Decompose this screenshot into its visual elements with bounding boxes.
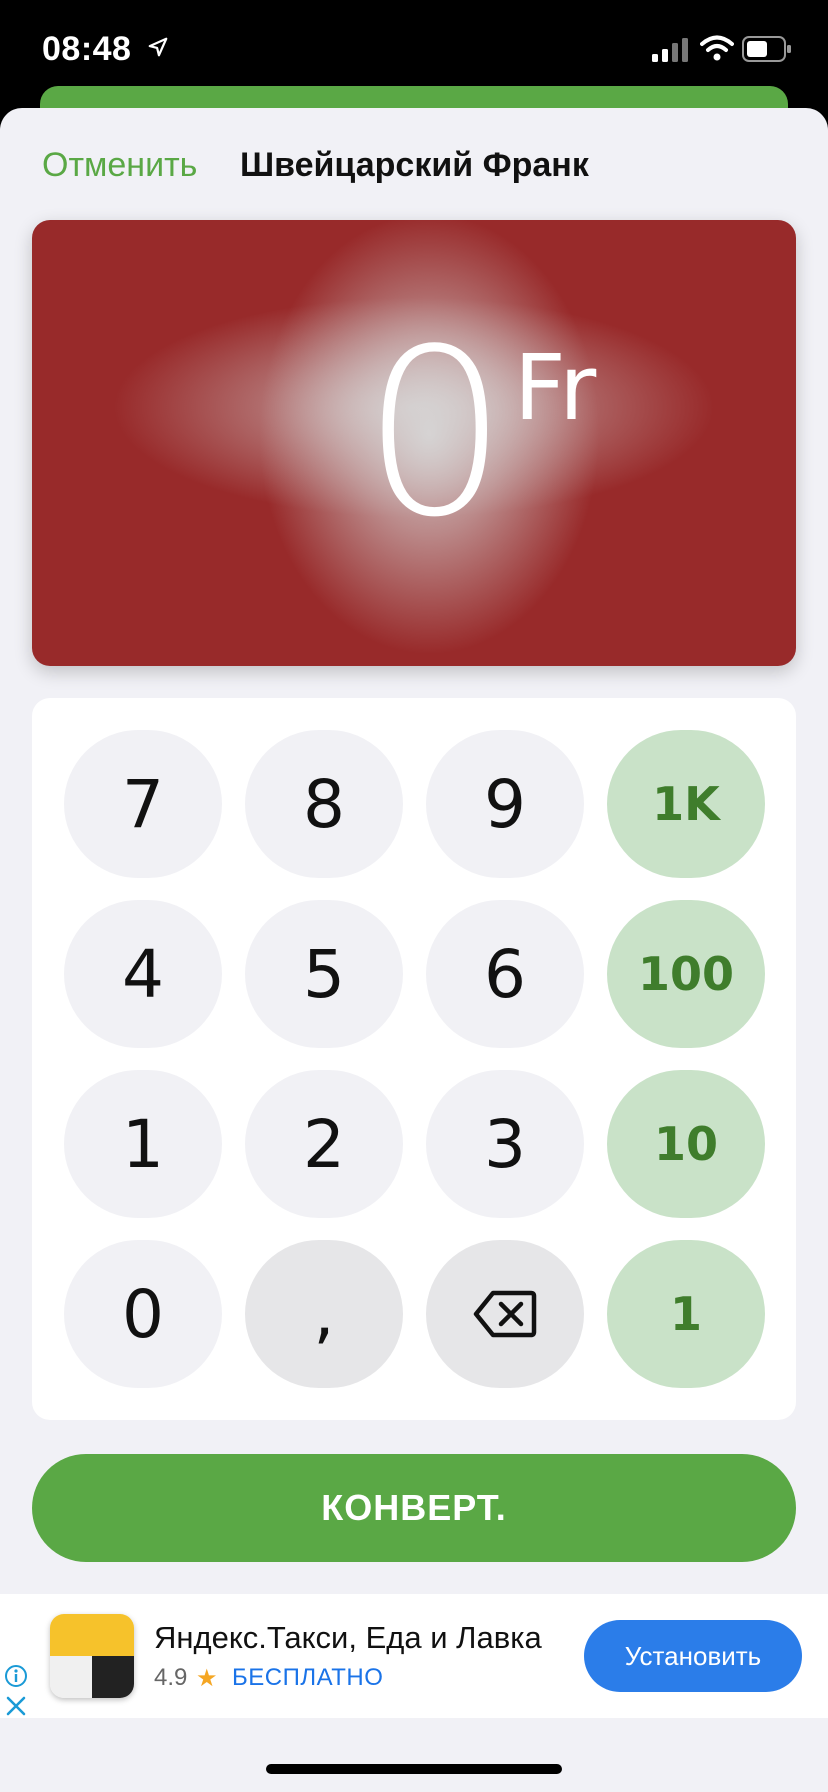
key-9[interactable]: 9 (426, 730, 584, 878)
key-6[interactable]: 6 (426, 900, 584, 1048)
key-1[interactable]: 1 (64, 1070, 222, 1218)
ad-rating: 4.9 (154, 1664, 188, 1691)
ad-price: БЕСПЛАТНО (232, 1664, 384, 1691)
key-8[interactable]: 8 (245, 730, 403, 878)
convert-button[interactable]: КОНВЕРТ. (32, 1454, 796, 1562)
backspace-icon (473, 1290, 537, 1338)
key-0[interactable]: 0 (64, 1240, 222, 1388)
key-decimal-comma[interactable]: , (245, 1240, 403, 1388)
key-3[interactable]: 3 (426, 1070, 584, 1218)
key-add-1[interactable]: 1 (607, 1240, 765, 1388)
key-2[interactable]: 2 (245, 1070, 403, 1218)
key-7[interactable]: 7 (64, 730, 222, 878)
key-5[interactable]: 5 (245, 900, 403, 1048)
amount-display: 0 (362, 301, 508, 568)
backspace-button[interactable] (426, 1240, 584, 1388)
battery-icon (742, 36, 791, 62)
key-add-1k[interactable]: 1K (607, 730, 765, 878)
ad-title[interactable]: Яндекс.Такси, Еда и Лавка (154, 1620, 542, 1656)
ad-close-icon[interactable] (4, 1694, 28, 1718)
bottom-safe-area (0, 1718, 828, 1792)
star-icon: ★ (196, 1665, 218, 1692)
location-arrow-icon (147, 28, 169, 67)
ad-banner[interactable]: Яндекс.Такси, Еда и Лавка 4.9 ★ БЕСПЛАТН… (0, 1594, 828, 1718)
ad-app-icon[interactable] (50, 1614, 134, 1698)
key-add-100[interactable]: 100 (607, 900, 765, 1048)
status-time: 08:48 (42, 28, 169, 69)
currency-symbol: Fr (514, 336, 597, 441)
sheet-title: Швейцарский Франк (240, 146, 589, 184)
key-4[interactable]: 4 (64, 900, 222, 1048)
ad-info-icon[interactable] (4, 1664, 28, 1688)
currency-display-card: 0 Fr (32, 220, 796, 666)
cancel-button[interactable]: Отменить (42, 146, 197, 185)
clock-text: 08:48 (42, 30, 132, 68)
status-bar: 08:48 (0, 0, 828, 100)
key-add-10[interactable]: 10 (607, 1070, 765, 1218)
wifi-icon (700, 35, 734, 61)
home-indicator[interactable] (266, 1764, 562, 1774)
signal-icon (652, 38, 688, 62)
install-button[interactable]: Установить (584, 1620, 802, 1692)
numeric-keypad: 7 8 9 1K 4 5 6 100 1 2 3 10 0 , 1 (32, 698, 796, 1420)
